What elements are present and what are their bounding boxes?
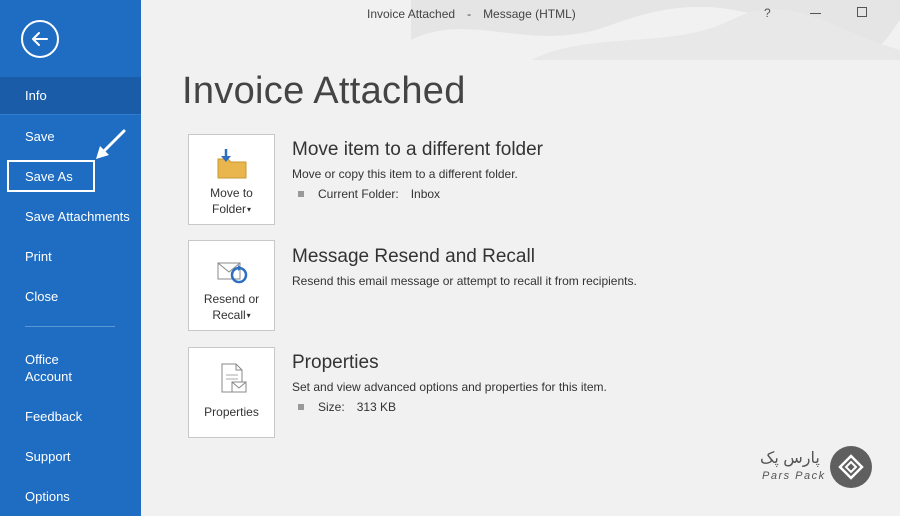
window-title-type: Message (HTML) bbox=[483, 7, 576, 21]
back-button[interactable] bbox=[21, 20, 59, 58]
resend-section-title: Message Resend and Recall bbox=[292, 246, 535, 267]
properties-section-description: Set and view advanced options and proper… bbox=[292, 380, 607, 394]
move-to-folder-label-2: Folder bbox=[211, 202, 246, 216]
move-to-folder-label-1: Move to bbox=[210, 186, 253, 200]
size-detail: Size: 313 KB bbox=[298, 400, 396, 414]
minimize-button[interactable] bbox=[810, 13, 821, 14]
properties-button[interactable]: Properties bbox=[188, 347, 275, 438]
window-title-separator: - bbox=[467, 7, 472, 21]
logo-text-fa: پارس پک bbox=[760, 450, 820, 467]
properties-icon bbox=[221, 363, 246, 393]
move-to-folder-button[interactable]: Move to Folder▾ bbox=[188, 134, 275, 225]
nav-item-save-attachments[interactable]: Save Attachments bbox=[0, 197, 141, 235]
resend-or-recall-label-1: Resend or bbox=[203, 292, 260, 306]
nav-item-office-account[interactable]: Office Account bbox=[0, 348, 90, 388]
nav-item-print[interactable]: Print bbox=[0, 237, 141, 275]
move-section-title: Move item to a different folder bbox=[292, 139, 543, 160]
save-as-highlight-box bbox=[7, 160, 95, 192]
current-folder-label: Current Folder: bbox=[318, 187, 399, 201]
pointer-arrow-icon bbox=[96, 129, 126, 159]
logo-text-en: Pars Pack bbox=[762, 470, 826, 482]
resend-or-recall-button[interactable]: Resend or Recall▾ bbox=[188, 240, 275, 331]
page-title: Invoice Attached bbox=[182, 70, 466, 112]
maximize-button[interactable] bbox=[857, 7, 867, 17]
nav-item-options[interactable]: Options bbox=[0, 477, 141, 515]
nav-item-support[interactable]: Support bbox=[0, 437, 141, 475]
window-title-doc: Invoice Attached bbox=[367, 7, 456, 21]
current-folder-value: Inbox bbox=[410, 187, 441, 201]
dropdown-caret-icon: ▾ bbox=[246, 310, 251, 320]
help-button[interactable]: ? bbox=[764, 6, 771, 20]
back-arrow-icon bbox=[32, 32, 48, 46]
nav-separator bbox=[25, 326, 115, 327]
logo-mark-icon bbox=[830, 446, 872, 488]
current-folder-detail: Current Folder: Inbox bbox=[298, 187, 440, 201]
parspack-logo: پارس پک Pars Pack bbox=[760, 446, 880, 496]
resend-section-description: Resend this email message or attempt to … bbox=[292, 274, 637, 288]
window-title: Invoice Attached - Message (HTML) bbox=[361, 7, 582, 21]
bullet-icon bbox=[298, 404, 304, 410]
nav-item-close[interactable]: Close bbox=[0, 277, 141, 315]
backstage-main: Invoice Attached - Message (HTML) ? Invoic… bbox=[141, 0, 900, 516]
properties-label: Properties bbox=[204, 405, 259, 419]
size-value: 313 KB bbox=[356, 400, 397, 414]
dropdown-caret-icon: ▾ bbox=[247, 204, 252, 214]
move-section-description: Move or copy this item to a different fo… bbox=[292, 167, 518, 181]
bullet-icon bbox=[298, 191, 304, 197]
title-bar: Invoice Attached - Message (HTML) ? bbox=[141, 0, 900, 28]
backstage-sidebar: Info Save Save As Save Attachments Print… bbox=[0, 0, 141, 516]
nav-item-info[interactable]: Info bbox=[0, 77, 141, 115]
nav-item-feedback[interactable]: Feedback bbox=[0, 397, 141, 435]
resend-recall-icon bbox=[217, 262, 247, 284]
folder-move-icon bbox=[217, 149, 246, 179]
properties-section-title: Properties bbox=[292, 352, 379, 373]
size-label: Size: bbox=[318, 400, 345, 414]
resend-or-recall-label-2: Recall bbox=[212, 308, 246, 322]
